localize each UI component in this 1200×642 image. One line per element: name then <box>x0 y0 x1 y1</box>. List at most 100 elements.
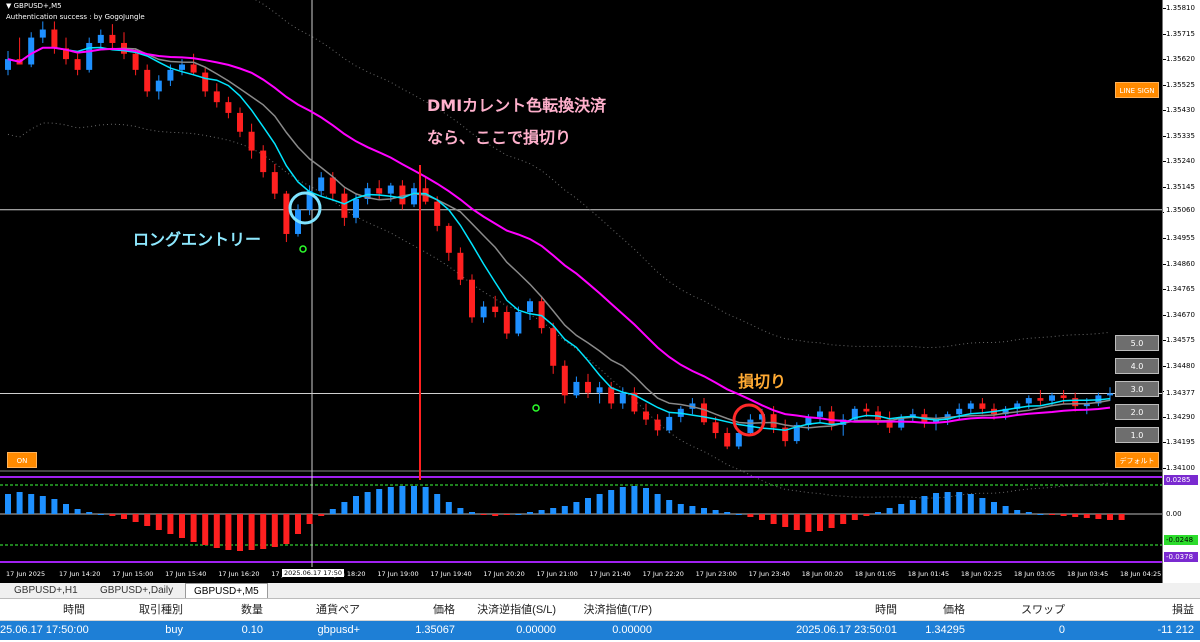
candle-bear <box>434 201 441 226</box>
candle-bull <box>411 188 417 205</box>
histogram-bar <box>677 504 684 514</box>
histogram-bar <box>909 500 916 514</box>
histogram-bar <box>886 508 893 514</box>
histogram-bar <box>1014 510 1021 514</box>
time-tick-label: 17 Jun 21:00 <box>536 570 578 578</box>
lot-button-3[interactable]: 3.0 <box>1115 381 1159 397</box>
histogram-bar <box>747 514 754 517</box>
histogram-bar <box>1049 514 1055 515</box>
lot-button-2[interactable]: 2.0 <box>1115 404 1159 420</box>
header-open-time[interactable]: 時間 <box>0 601 85 620</box>
histogram-bar <box>376 489 383 514</box>
candle-bull <box>1049 395 1055 401</box>
price-tick-label: 1.34575 <box>1166 336 1195 345</box>
lot-button-1[interactable]: 1.0 <box>1115 427 1159 443</box>
histogram-bar <box>921 496 928 514</box>
price-tick-label: 1.34290 <box>1166 412 1195 421</box>
histogram-bar <box>770 514 777 524</box>
candle-bear <box>1037 398 1044 401</box>
histogram-bar <box>585 498 591 514</box>
histogram-bar <box>39 496 46 514</box>
histogram-bar <box>1002 506 1009 514</box>
table-header-row: 時間 取引種別 数量 通貨ペア 価格 決済逆指値(S/L) 決済指値(T/P) … <box>0 601 1200 621</box>
header-symbol[interactable]: 通貨ペア <box>268 601 360 620</box>
time-tick-label: 17 Jun 14:20 <box>59 570 101 578</box>
time-tick-label: 17 Jun 21:40 <box>589 570 631 578</box>
envelope-lower-line <box>7 122 1111 499</box>
histogram-bar <box>28 494 35 514</box>
candle-bear <box>144 69 151 92</box>
candle-bull <box>1107 393 1113 396</box>
histogram-bar <box>666 500 673 514</box>
default-button[interactable]: デフォルト <box>1115 452 1159 468</box>
symbol-title: ▼ GBPUSD+,M5 <box>6 2 62 10</box>
histogram-bar <box>805 514 812 532</box>
header-swap[interactable]: スワップ <box>970 601 1065 620</box>
histogram-bar <box>1095 514 1102 519</box>
candle-bear <box>202 72 209 92</box>
candle-bull <box>155 80 162 92</box>
histogram-bar <box>109 514 116 516</box>
histogram-bar <box>619 487 626 514</box>
dmi-annotation-line1: DMIカレント色転換決済 <box>427 96 607 115</box>
candle-bull <box>28 37 35 65</box>
histogram-bar <box>492 514 499 516</box>
histogram-bar <box>74 509 81 514</box>
candle-bull <box>817 411 823 417</box>
candle-bear <box>341 193 348 218</box>
header-volume[interactable]: 数量 <box>188 601 263 620</box>
histogram-bar <box>411 486 417 514</box>
envelope-upper-line <box>254 0 1111 349</box>
histogram-bar <box>86 512 93 514</box>
menu-triangle-icon[interactable]: ▼ <box>6 2 11 10</box>
chart-area[interactable]: ▼ GBPUSD+,M5 Authentication success : by… <box>0 0 1162 583</box>
cell-profit: -11 212 <box>1157 624 1195 636</box>
tab-gbpusd-h1[interactable]: GBPUSD+,H1 <box>6 583 86 598</box>
price-tick-label: 1.34860 <box>1166 259 1195 268</box>
header-profit[interactable]: 損益 <box>1070 601 1194 620</box>
histogram-bar <box>202 514 209 545</box>
candle-bull <box>39 29 46 38</box>
candle-bear <box>132 53 139 70</box>
header-take-profit[interactable]: 決済指値(T/P) <box>561 601 652 620</box>
tab-gbpusd-daily[interactable]: GBPUSD+,Daily <box>92 583 181 598</box>
lot-button-4[interactable]: 4.0 <box>1115 358 1159 374</box>
header-open-price[interactable]: 価格 <box>365 601 455 620</box>
candle-bear <box>51 29 58 49</box>
candle-bull <box>179 64 185 70</box>
header-trade-type[interactable]: 取引種別 <box>90 601 183 620</box>
candle-bear <box>213 91 220 103</box>
candle-bear <box>979 403 986 409</box>
candle-bear <box>712 422 719 434</box>
histogram-bar <box>318 514 325 516</box>
line-sign-button[interactable]: LINE SIGN <box>1115 82 1159 98</box>
time-tick-label: 18 Jun 04:25 <box>1120 570 1162 578</box>
histogram-bar <box>144 514 151 526</box>
candle-bear <box>585 381 591 393</box>
tab-gbpusd-m5[interactable]: GBPUSD+,M5 <box>185 583 268 598</box>
candlestick-chart[interactable] <box>0 0 1162 583</box>
symbol-title-text: GBPUSD+,M5 <box>13 2 62 10</box>
on-button[interactable]: ON <box>7 452 37 468</box>
histogram-bar <box>654 494 661 514</box>
header-stop-loss[interactable]: 決済逆指値(S/L) <box>460 601 556 620</box>
price-tick-label: 1.35430 <box>1166 106 1195 115</box>
header-close-price[interactable]: 価格 <box>902 601 965 620</box>
header-close-time[interactable]: 時間 <box>657 601 897 620</box>
candle-bull <box>619 392 626 404</box>
histogram-bar <box>480 514 487 515</box>
table-row[interactable]: 25.06.17 17:50:00 buy 0.10 gbpusd+ 1.350… <box>0 621 1200 640</box>
candle-bear <box>724 433 731 447</box>
lot-button-5[interactable]: 5.0 <box>1115 335 1159 351</box>
cell-open-price: 1.35067 <box>415 624 455 636</box>
chart-tab-bar: GBPUSD+,H1 GBPUSD+,Daily GBPUSD+,M5 <box>0 583 1200 599</box>
price-axis[interactable]: 1.35810 1.35715 1.35620 1.35525 1.35430 1.353… <box>1162 0 1200 583</box>
histogram-bar <box>538 510 545 514</box>
histogram-bar <box>596 494 603 514</box>
histogram-bar <box>1025 512 1032 514</box>
histogram-bar <box>1060 514 1067 516</box>
indicator-panel[interactable] <box>0 473 1162 567</box>
candle-bear <box>260 150 267 173</box>
time-tick-label: 17 Jun 19:00 <box>377 570 419 578</box>
candle-bull <box>666 416 673 431</box>
